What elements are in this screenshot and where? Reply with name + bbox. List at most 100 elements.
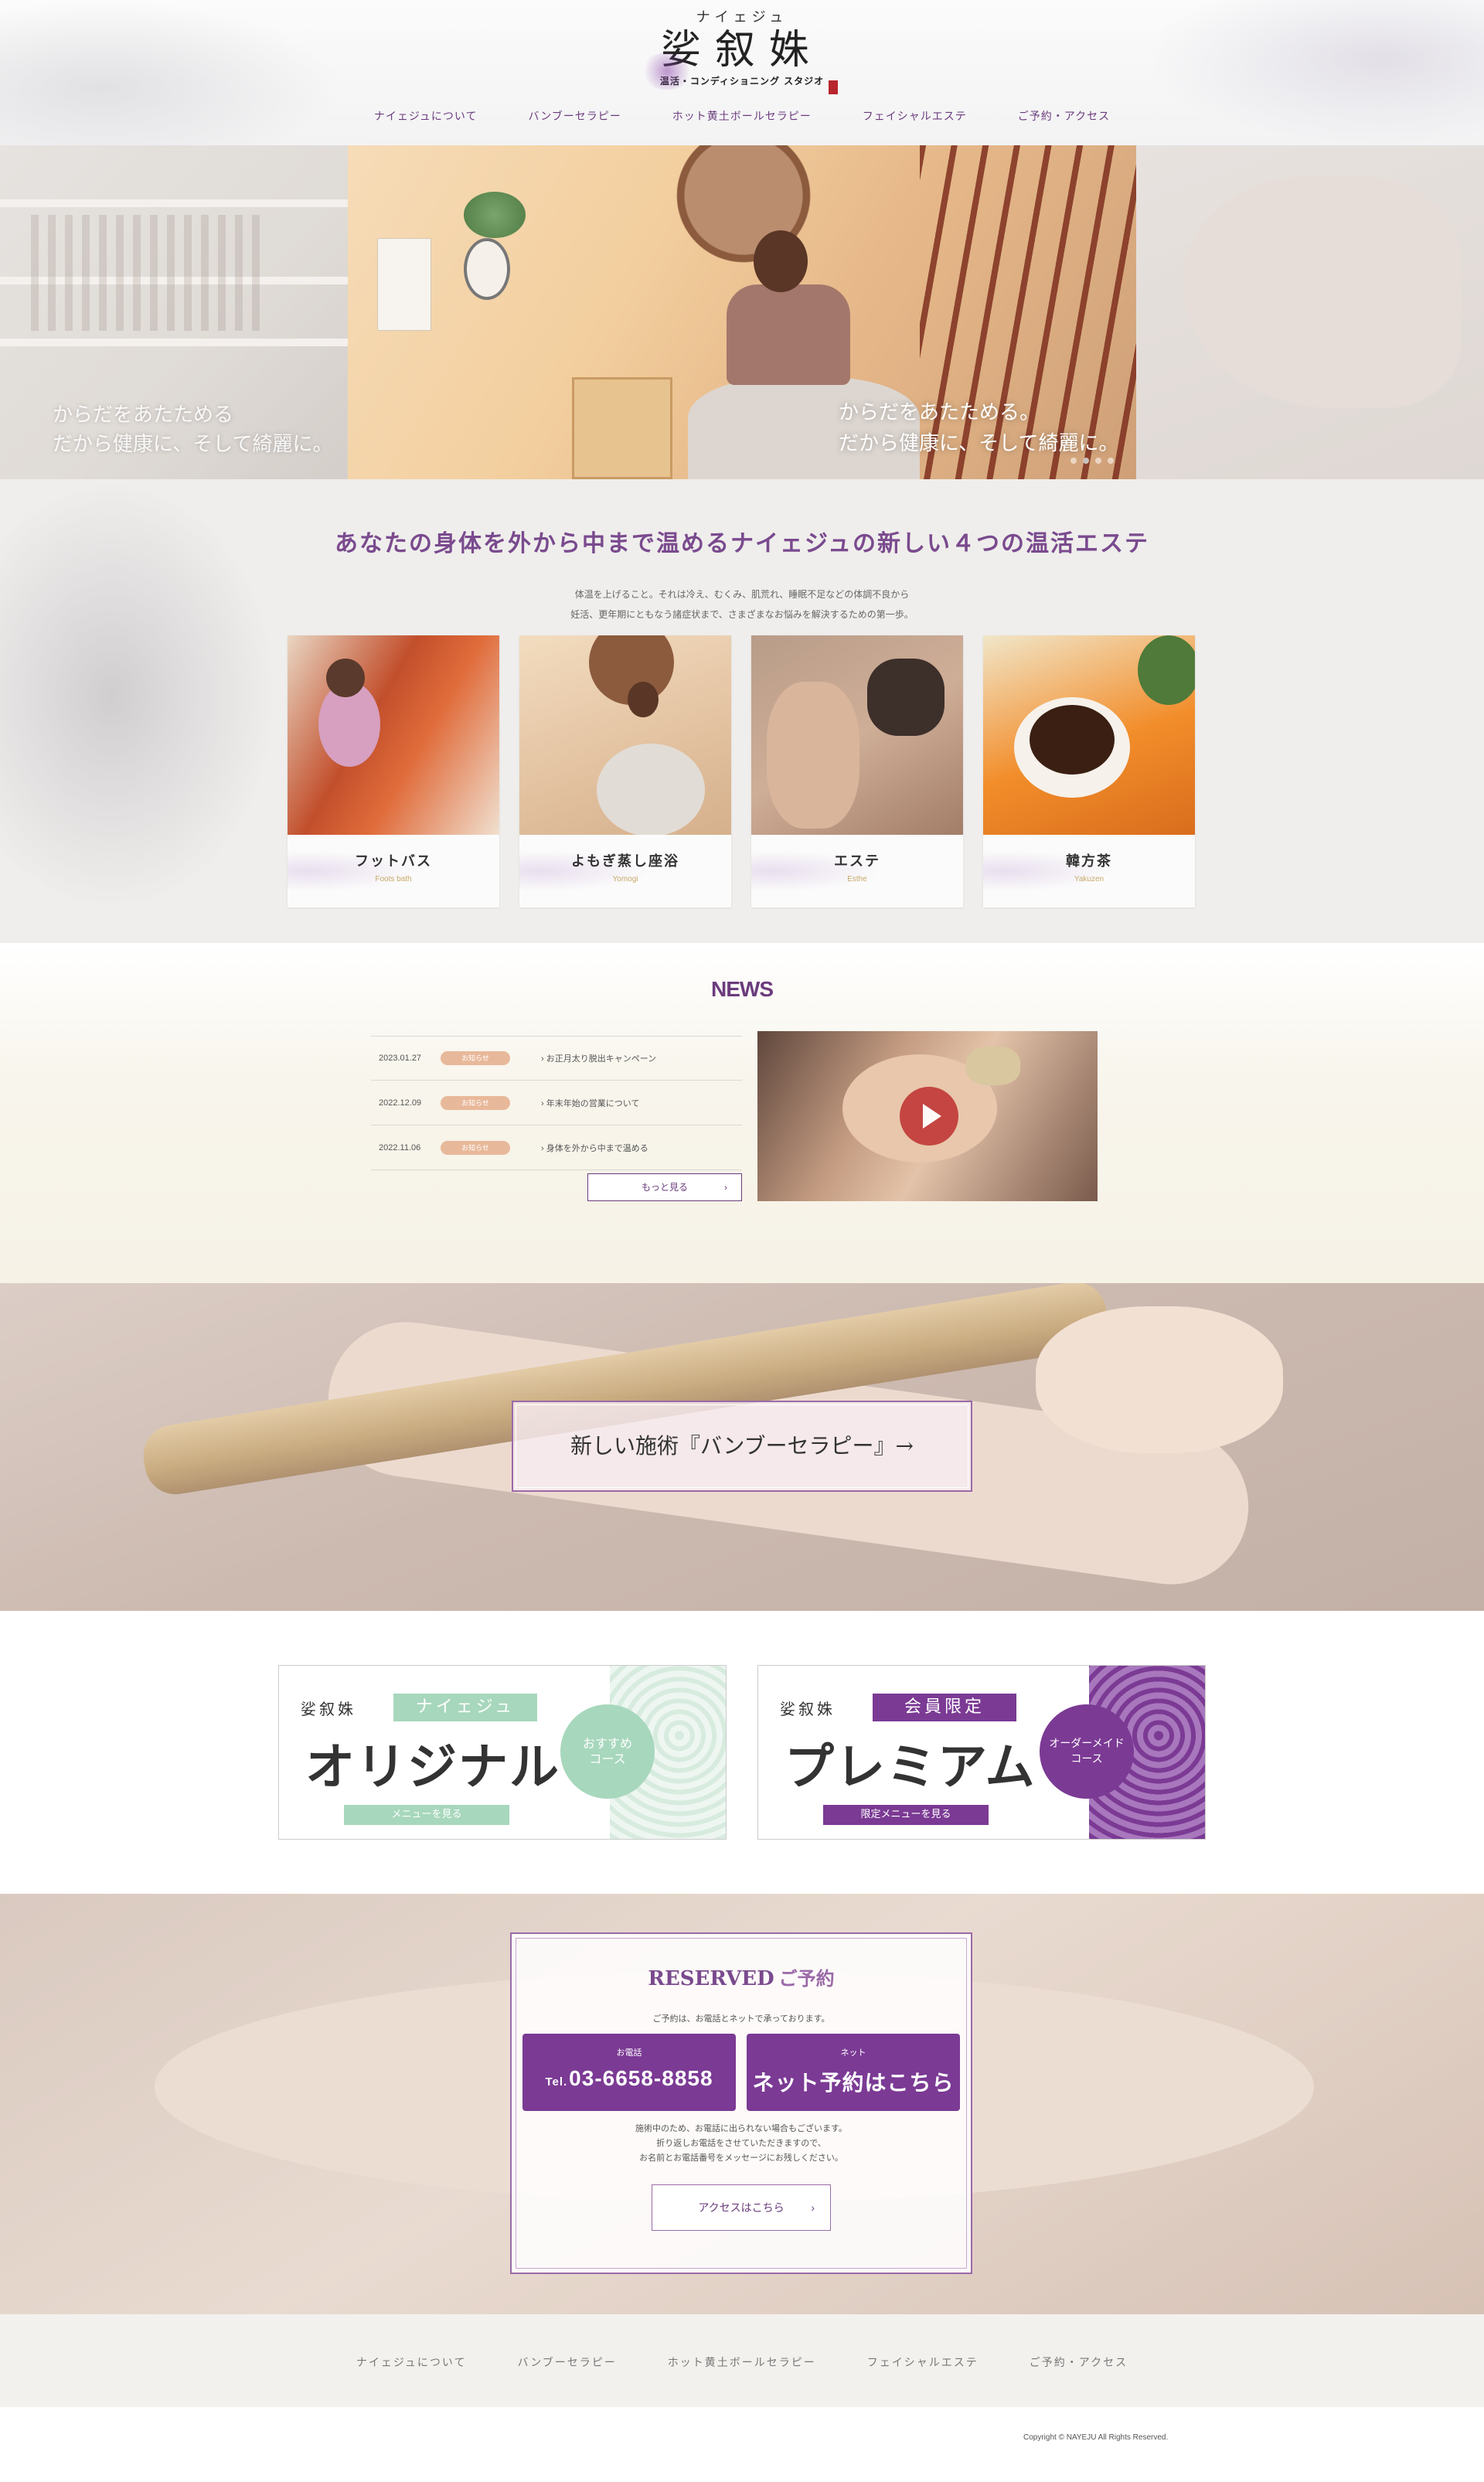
footer-nav-facial[interactable]: フェイシャルエステ [842, 2354, 1004, 2370]
copyright-bar: Copyright © NAYEJU All Rights Reserved. [0, 2407, 1484, 2482]
video-player[interactable] [757, 1031, 1098, 1201]
banner-tag: 会員限定 [873, 1694, 1016, 1721]
slider-dot[interactable] [1108, 458, 1114, 464]
intro-text-line2: 妊活、更年期にともなう諸症状まで、さまざまなお悩みを解決するための第一歩。 [570, 609, 914, 620]
news-category-badge: お知らせ [441, 1095, 510, 1110]
slide-previous[interactable]: からだをあたためる だから健康に、そして綺麗に。 [0, 145, 348, 479]
net-reserve-button[interactable]: ネット ネット予約はこちら [747, 2034, 960, 2111]
slider-pagination [1070, 458, 1114, 464]
news-link[interactable]: 年末年始の営業について [541, 1097, 640, 1109]
slide-caption: からだをあたためる。 だから健康に、そして綺麗に。 [839, 397, 1118, 459]
card-title: 韓方茶 [1066, 853, 1112, 869]
reserve-section: RESERVED ご予約 ご予約は、お電話とネットで承っております。 お電話 Te… [0, 1894, 1484, 2314]
course-banners: 娑叙姝 ナイェジュ オリジナル おすすめ コース メニューを見る 娑叙姝 会員限… [0, 1611, 1484, 1894]
service-cards: フットバス Foots bath よもぎ蒸し座浴 Yomogi エステ Esth… [288, 635, 1195, 907]
news-category-badge: お知らせ [441, 1051, 510, 1065]
more-button-label: もっと見る [641, 1182, 688, 1193]
phone-reserve-button[interactable]: お電話 Tel.03-6658-8858 [522, 2034, 736, 2111]
foot-bath-image [288, 635, 499, 835]
original-course-banner[interactable]: 娑叙姝 ナイェジュ オリジナル おすすめ コース メニューを見る [278, 1665, 727, 1840]
card-subtitle: Yakuzen [1074, 875, 1104, 884]
nav-item-reserve[interactable]: ご予約・アクセス [992, 108, 1135, 124]
slide-caption-line2: だから健康に、そして綺麗に。 [53, 433, 333, 456]
footer-nav: ナイェジュについて バンブーセラピー ホット黄土ボールセラピー フェイシャルエス… [0, 2354, 1484, 2370]
succulent-plant-image [464, 192, 526, 238]
slider-dot[interactable] [1070, 458, 1077, 464]
card-body: エステ Esthe [751, 835, 963, 907]
nav-item-facial[interactable]: フェイシャルエステ [837, 108, 992, 124]
nav-item-bamboo[interactable]: バンブーセラピー [503, 108, 647, 124]
tel-prefix: Tel. [545, 2075, 568, 2089]
news-more-button[interactable]: もっと見る › [587, 1173, 742, 1201]
footer-nav-about[interactable]: ナイェジュについて [331, 2354, 492, 2370]
hero-slider[interactable]: からだをあたためる だから健康に、そして綺麗に。 からだをあたためる。 だから健… [0, 145, 1484, 479]
plant-image [1138, 635, 1195, 705]
intro-text: 体温を上げること。それは冷え、むくみ、肌荒れ、睡眠不足などの体調不良から 妊活、… [0, 584, 1484, 625]
note-line1: 施術中のため、お電話に出られない場合もございます。 [635, 2124, 847, 2133]
bamboo-therapy-banner: 新しい施術『バンブーセラピー』→ [0, 1283, 1484, 1611]
footer-nav-hot-ball[interactable]: ホット黄土ボールセラピー [642, 2354, 842, 2370]
news-title: NEWS [711, 977, 774, 1001]
access-label: アクセスはこちら [698, 2201, 785, 2214]
news-item[interactable]: 2023.01.27 お知らせ お正月太り脱出キャンペーン [371, 1036, 742, 1081]
slide-caption-line1: からだをあたためる [53, 403, 234, 427]
site-header: ナイェジュ 娑叙姝 温活・コンディショニング スタジオ ナイェジュについて バン… [0, 0, 1484, 145]
card-body: 韓方茶 Yakuzen [983, 835, 1195, 907]
reserve-title: RESERVED ご予約 [512, 1963, 971, 1990]
news-link[interactable]: 身体を外から中まで温める [541, 1142, 648, 1154]
news-item[interactable]: 2022.11.06 お知らせ 身体を外から中まで温める [371, 1125, 742, 1170]
yomogi-cape-image [597, 744, 705, 835]
slide-overlay [1136, 145, 1484, 479]
news-list: 2023.01.27 お知らせ お正月太り脱出キャンペーン 2022.12.09… [371, 1036, 742, 1170]
nav-item-hot-ball[interactable]: ホット黄土ボールセラピー [647, 108, 837, 124]
intro-title: あなたの身体を外から中まで温めるナイェジュの新しい４つの温活エステ [335, 530, 1149, 557]
news-link[interactable]: お正月太り脱出キャンペーン [541, 1052, 656, 1064]
slide-next[interactable] [1136, 145, 1484, 479]
service-card-foot-bath[interactable]: フットバス Foots bath [288, 635, 499, 907]
reserve-panel: RESERVED ご予約 ご予約は、お電話とネットで承っております。 お電話 Te… [510, 1932, 972, 2274]
footer-nav-bamboo[interactable]: バンブーセラピー [492, 2354, 642, 2370]
limited-menu-button[interactable]: 限定メニューを見る [823, 1805, 989, 1825]
card-title: フットバス [355, 853, 432, 869]
site-logo[interactable]: ナイェジュ 娑叙姝 温活・コンディショニング スタジオ [634, 6, 850, 97]
site-footer: ナイェジュについて バンブーセラピー ホット黄土ボールセラピー フェイシャルエス… [0, 2314, 1484, 2407]
global-nav: ナイェジュについて バンブーセラピー ホット黄土ボールセラピー フェイシャルエス… [0, 108, 1484, 124]
slide-caption-line2: だから健康に、そして綺麗に。 [839, 432, 1119, 455]
card-subtitle: Esthe [847, 875, 867, 884]
service-card-yomogi[interactable]: よもぎ蒸し座浴 Yomogi [519, 635, 731, 907]
news-section: NEWS 2023.01.27 お知らせ お正月太り脱出キャンペーン 2022.… [0, 943, 1484, 1283]
slider-dot[interactable] [1095, 458, 1101, 464]
reserve-lead: ご予約は、お電話とネットで承っております。 [652, 2014, 830, 2024]
woman-head-image [628, 682, 659, 717]
slide-current[interactable]: からだをあたためる。 だから健康に、そして綺麗に。 [348, 145, 1136, 479]
badge-line1: おすすめ [582, 1736, 632, 1751]
mirror-image [464, 238, 510, 300]
net-label-small: ネット [840, 2048, 866, 2058]
premium-course-banner[interactable]: 娑叙姝 会員限定 プレミアム オーダーメイド コース 限定メニューを見る [757, 1665, 1206, 1840]
yomogi-image [519, 635, 731, 835]
logo-mark: 娑叙姝 [634, 26, 850, 94]
play-icon[interactable] [900, 1087, 958, 1146]
view-menu-button[interactable]: メニューを見る [344, 1805, 509, 1825]
net-label: ネット予約はこちら [752, 2071, 955, 2095]
nav-item-about[interactable]: ナイェジュについて [349, 108, 503, 124]
copyright-text: Copyright © NAYEJU All Rights Reserved. [1023, 2433, 1169, 2442]
slider-dot-active[interactable] [1083, 458, 1089, 464]
service-card-tea[interactable]: 韓方茶 Yakuzen [983, 635, 1195, 907]
news-category-badge: お知らせ [441, 1140, 510, 1155]
intro-section: あなたの身体を外から中まで温めるナイェジュの新しい４つの温活エステ 体温を上げる… [0, 479, 1484, 943]
menu-sign-image [377, 238, 431, 331]
intro-text-line1: 体温を上げること。それは冷え、むくみ、肌荒れ、睡眠不足などの体調不良から [574, 589, 910, 600]
logo-kana: ナイェジュ [696, 9, 788, 26]
reserve-buttons: お電話 Tel.03-6658-8858 ネット ネット予約はこちら [512, 2034, 971, 2111]
footer-nav-reserve[interactable]: ご予約・アクセス [1004, 2354, 1153, 2370]
news-item[interactable]: 2022.12.09 お知らせ 年末年始の営業について [371, 1081, 742, 1125]
service-card-esthe[interactable]: エステ Esthe [751, 635, 963, 907]
access-button[interactable]: アクセスはこちら › [652, 2184, 831, 2231]
badge-line1: オーダーメイド [1049, 1738, 1125, 1750]
bamboo-therapy-link[interactable]: 新しい施術『バンブーセラピー』→ [512, 1401, 972, 1492]
child-head-image [326, 659, 365, 697]
order-made-badge: オーダーメイド コース [1040, 1704, 1134, 1799]
reserve-title-en: RESERVED [648, 1967, 774, 1990]
card-body: フットバス Foots bath [288, 835, 499, 907]
